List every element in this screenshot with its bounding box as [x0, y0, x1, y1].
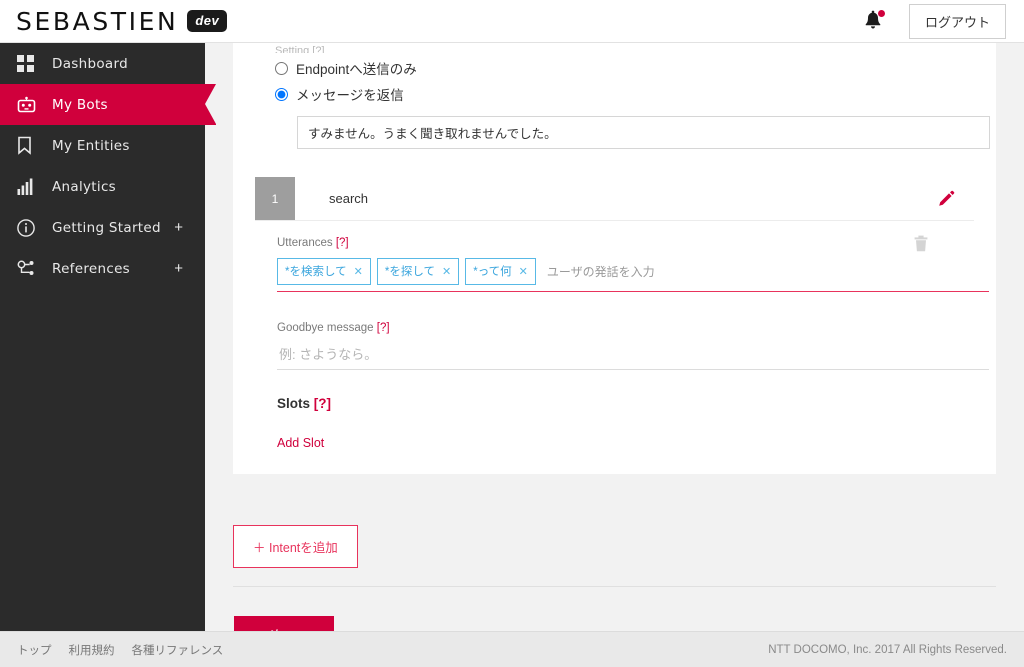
radio-reply-message-input[interactable]	[275, 87, 288, 101]
sidebar-item-label: Analytics	[52, 178, 117, 195]
utterances-label: Utterances [?]	[277, 237, 974, 249]
info-icon	[17, 218, 43, 237]
radio-reply-message-label[interactable]: メッセージを返信	[296, 84, 404, 104]
footer-link-references[interactable]: 各種リファレンス	[132, 642, 224, 658]
bell-icon[interactable]	[863, 9, 886, 32]
nodes-icon	[17, 260, 43, 277]
trash-icon[interactable]	[914, 235, 928, 257]
slots-label-text: Slots	[277, 396, 311, 411]
utterances-help-icon[interactable]: [?]	[336, 237, 349, 249]
utterance-chip[interactable]: *を探して ✕	[376, 258, 460, 285]
sidebar-item-my-bots[interactable]: My Bots	[0, 84, 216, 125]
expand-icon[interactable]: +	[174, 261, 183, 276]
sidebar-item-label: Dashboard	[52, 55, 128, 72]
logo-badge: dev	[187, 10, 228, 32]
slots-help-icon[interactable]: [?]	[314, 396, 331, 411]
bar-chart-icon	[17, 178, 43, 195]
intent-name: search	[329, 191, 369, 206]
setting-label: Setting [?]	[275, 45, 325, 53]
footer-link-terms[interactable]: 利用規約	[69, 642, 115, 658]
sidebar-item-label: My Bots	[52, 96, 108, 113]
sidebar-item-dashboard[interactable]: Dashboard	[0, 43, 205, 84]
intent-body: Utterances [?] *を検索して ✕ *を探して ✕ *って何 ✕ ユ…	[255, 221, 989, 474]
sidebar-item-analytics[interactable]: Analytics	[0, 166, 205, 207]
slots-block: Slots [?] Add Slot	[277, 396, 974, 452]
utterance-chip-row[interactable]: *を検索して ✕ *を探して ✕ *って何 ✕ ユーザの発話を入力	[277, 258, 989, 292]
add-slot-link[interactable]: Add Slot	[277, 436, 324, 450]
logout-button[interactable]: ログアウト	[908, 3, 1006, 39]
goodbye-help-icon[interactable]: [?]	[377, 322, 390, 334]
close-icon[interactable]: ✕	[519, 265, 528, 278]
footer-link-top[interactable]: トップ	[17, 642, 52, 658]
intent-header: 1 search	[255, 177, 974, 221]
expand-icon[interactable]: +	[174, 220, 183, 235]
reply-message-input[interactable]	[297, 116, 990, 149]
pencil-icon[interactable]	[936, 177, 974, 220]
notification-dot	[876, 9, 886, 18]
sidebar-item-label: Getting Started	[52, 219, 161, 236]
intent-number: 1	[255, 177, 295, 220]
goodbye-label: Goodbye message [?]	[277, 322, 974, 334]
robot-icon	[17, 96, 43, 114]
goodbye-message-input[interactable]	[277, 343, 989, 370]
sidebar-item-label: References	[52, 260, 131, 277]
app-header: SEBASTIEN dev ログアウト	[0, 0, 1024, 43]
logo[interactable]: SEBASTIEN dev	[0, 6, 228, 36]
sidebar-item-my-entities[interactable]: My Entities	[0, 125, 205, 166]
utterance-chip-label: *って何	[473, 266, 512, 278]
radio-reply-message[interactable]: メッセージを返信	[275, 81, 974, 107]
utterance-chip-label: *を検索して	[285, 266, 347, 278]
intent-settings-card: Setting [?] Endpointへ送信のみ メッセージを返信 1 sea…	[233, 43, 996, 474]
sidebar: Dashboard My Bots My Entities Analytics …	[0, 43, 216, 631]
slots-label: Slots [?]	[277, 396, 974, 411]
radio-endpoint-only-label[interactable]: Endpointへ送信のみ	[296, 58, 417, 78]
radio-endpoint-only-input[interactable]	[275, 61, 288, 75]
main-content: Setting [?] Endpointへ送信のみ メッセージを返信 1 sea…	[205, 43, 1024, 631]
utterance-chip[interactable]: *って何 ✕	[465, 258, 536, 285]
sidebar-item-references[interactable]: References +	[0, 248, 205, 289]
next-button[interactable]: 次へ	[234, 616, 334, 631]
footer-links: トップ 利用規約 各種リファレンス	[0, 642, 223, 658]
header-actions: ログアウト	[863, 3, 1024, 39]
utterances-label-text: Utterances	[277, 237, 333, 249]
grid-icon	[17, 55, 43, 72]
section-divider	[233, 586, 996, 587]
radio-endpoint-only[interactable]: Endpointへ送信のみ	[275, 55, 974, 81]
footer-copyright: NTT DOCOMO, Inc. 2017 All Rights Reserve…	[768, 643, 1007, 656]
add-intent-button[interactable]: ＋ Intentを追加	[233, 525, 358, 568]
logo-text: SEBASTIEN	[16, 6, 179, 36]
utterance-chip-label: *を探して	[384, 266, 435, 278]
goodbye-message-block: Goodbye message [?]	[277, 322, 989, 370]
close-icon[interactable]: ✕	[354, 265, 363, 278]
close-icon[interactable]: ✕	[442, 265, 451, 278]
sidebar-item-label: My Entities	[52, 137, 130, 154]
goodbye-label-text: Goodbye message	[277, 322, 374, 334]
utterance-input-placeholder[interactable]: ユーザの発話を入力	[547, 263, 655, 280]
bookmark-icon	[17, 136, 43, 155]
sidebar-item-getting-started[interactable]: Getting Started +	[0, 207, 205, 248]
app-root: SEBASTIEN dev ログアウト Dashboard My Bots My…	[0, 0, 1024, 667]
utterance-chip[interactable]: *を検索して ✕	[277, 258, 371, 285]
app-footer: トップ 利用規約 各種リファレンス NTT DOCOMO, Inc. 2017 …	[0, 631, 1024, 667]
